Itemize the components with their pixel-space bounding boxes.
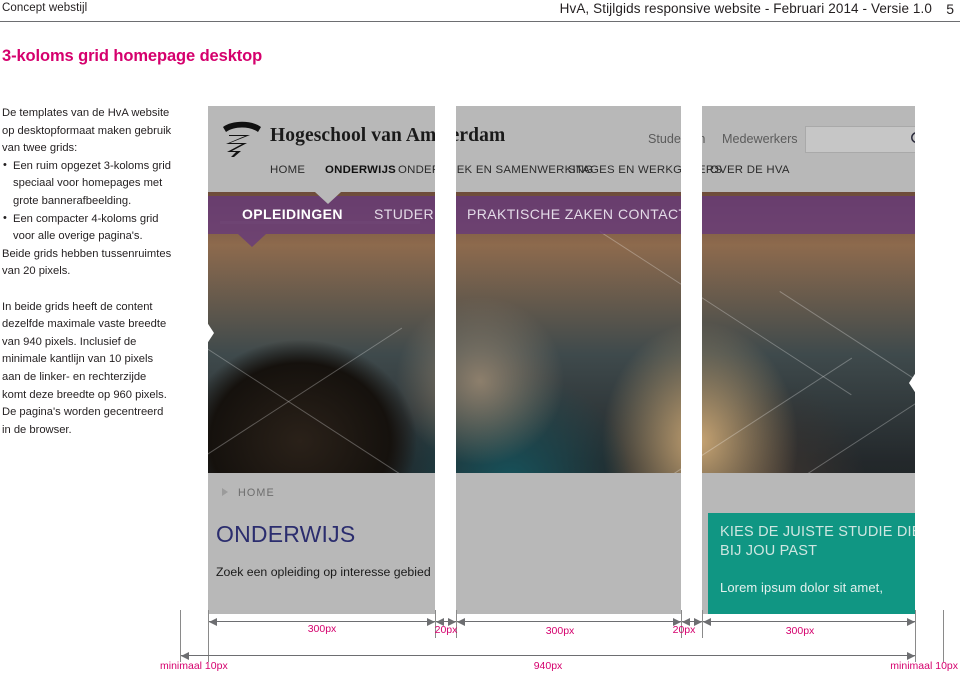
intro-paragraph: De templates van de HvA website op deskt… (2, 107, 172, 155)
dim-arrow-left (703, 618, 711, 626)
dim-label-col2: 300px (545, 625, 575, 637)
width-paragraph: In beide grids heeft de content dezelfde… (2, 300, 167, 401)
main-navigation: HOME ONDERWIJS ONDERZOEK EN SAMENWERKING… (208, 164, 915, 192)
page-header: Concept webstijl HvA, Stijlgids responsi… (0, 0, 960, 22)
top-link-medewerkers[interactable]: Medewerkers (722, 132, 798, 146)
grid-margin-left (180, 106, 208, 614)
search-prompt-label: Zoek een opleiding op interesse gebied (216, 565, 431, 579)
promo-body: Lorem ipsum dolor sit amet, (720, 580, 884, 595)
grid-gutter-1 (435, 106, 456, 614)
grid-bullet-list: Een ruim opgezet 3-koloms grid speciaal … (2, 157, 172, 246)
grid-gutter-2 (681, 106, 702, 614)
dim-arrow-left (209, 618, 217, 626)
list-item: Een compacter 4-koloms grid voor alle ov… (2, 210, 172, 246)
subnav-item-contact[interactable]: CONTACT (618, 206, 687, 222)
promo-card[interactable]: KIES DE JUISTE STUDIE DIE BIJ JOU PAST L… (708, 513, 943, 614)
dim-label-margin-left: minimaal 10px (160, 660, 228, 672)
content-band: HOME ONDERWIJS Zoek een opleiding op int… (208, 473, 943, 614)
dim-label-gutter1: 20px (434, 624, 458, 636)
breadcrumb-arrow-icon (222, 488, 228, 496)
dim-line-col2 (457, 621, 681, 622)
site-header-bar: Hogeschool van Amsterdam Studenten Medew… (208, 106, 935, 192)
promo-title: KIES DE JUISTE STUDIE DIE BIJ JOU PAST (720, 524, 922, 559)
after-bullets-paragraph: Beide grids hebben tussenruimtes van 20 … (2, 247, 172, 278)
document-label: Concept webstijl (2, 2, 88, 14)
page-number: 5 (946, 1, 954, 17)
guide-line (915, 610, 916, 662)
subnav-caret-icon (238, 234, 266, 247)
document-meta: HvA, Stijlgids responsive website - Febr… (559, 1, 932, 16)
sub-navigation-bar: OPLEIDINGEN STUDEREN PRAKTISCHE ZAKEN CO… (180, 196, 943, 234)
nav-item-over-de-hva[interactable]: OVER DE HVA (710, 164, 790, 176)
dim-line-col1 (209, 621, 435, 622)
explanation-column: De templates van de HvA website op deskt… (2, 105, 172, 439)
dim-label-col3: 300px (785, 625, 815, 637)
breadcrumb[interactable]: HOME (238, 487, 275, 499)
dim-label-col1: 300px (307, 623, 337, 635)
brand-name: Hogeschool van Amsterdam (270, 125, 506, 146)
centering-paragraph: De pagina's worden gecentreerd in de bro… (2, 406, 164, 436)
header-divider (0, 21, 960, 22)
page-title: 3-koloms grid homepage desktop (2, 47, 263, 65)
dim-label-gutter2: 20px (672, 624, 696, 636)
nav-item-home[interactable]: HOME (270, 164, 305, 176)
subnav-item-opleidingen[interactable]: OPLEIDINGEN (242, 206, 343, 222)
dimension-annotations: 300px 20px 300px 20px 300px 940px minima… (0, 610, 960, 673)
list-item: Een ruim opgezet 3-koloms grid speciaal … (2, 157, 172, 211)
dim-arrow-left (181, 652, 189, 660)
dim-line-total (181, 655, 915, 656)
grid-margin-right (915, 106, 943, 614)
website-mockup: OPLEIDINGEN STUDEREN PRAKTISCHE ZAKEN CO… (180, 106, 943, 614)
dim-arrow-left (457, 618, 465, 626)
nav-item-onderwijs[interactable]: ONDERWIJS (325, 164, 396, 176)
dim-arrow-right (907, 618, 915, 626)
active-nav-caret-icon (315, 192, 341, 204)
subnav-item-praktische-zaken[interactable]: PRAKTISCHE ZAKEN (467, 206, 613, 222)
hva-logo-icon[interactable] (220, 118, 264, 158)
nav-item-onderzoek-en-samenwerking[interactable]: ONDERZOEK EN SAMENWERKING (398, 164, 593, 176)
dim-label-margin-right: minimaal 10px (890, 660, 958, 672)
dim-arrow-right (907, 652, 915, 660)
guide-line (943, 610, 944, 662)
dim-label-total: 940px (533, 660, 563, 672)
dim-line-col3 (703, 621, 915, 622)
mockup-page-heading: ONDERWIJS (216, 521, 356, 547)
